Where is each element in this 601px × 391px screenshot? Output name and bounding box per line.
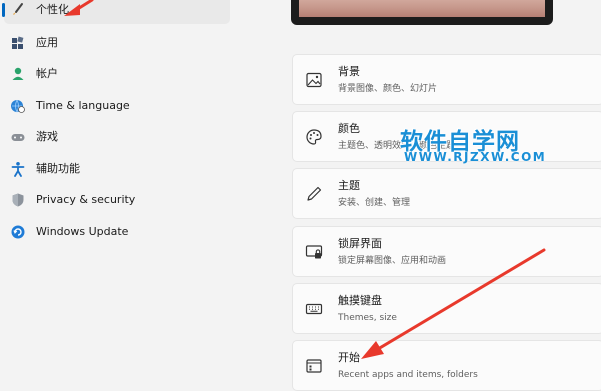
annotation-arrows: [64, 0, 546, 359]
arrow-to-personalization: [64, 0, 94, 16]
arrow-to-start: [361, 248, 546, 359]
